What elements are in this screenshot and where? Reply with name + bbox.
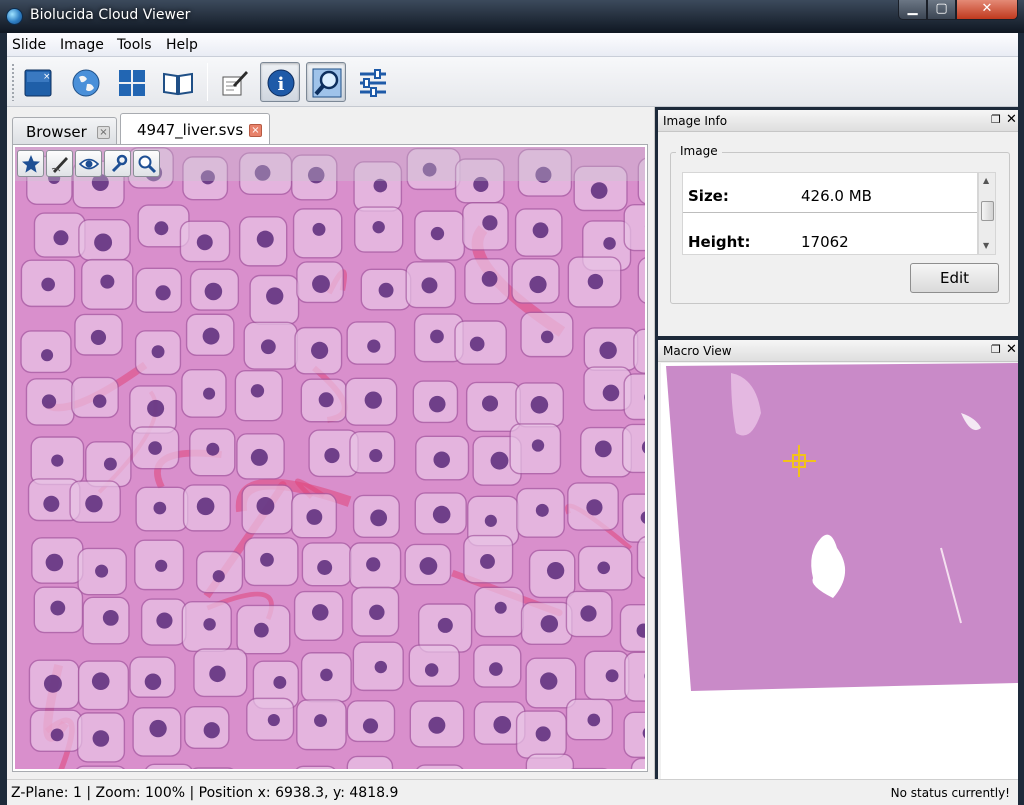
wrench-icon [111,154,128,173]
globe-icon [72,69,100,97]
close-icon[interactable]: ✕ [1006,112,1017,127]
macro-view-area[interactable] [661,363,1018,779]
tab-page [12,144,648,772]
scroll-thumb[interactable] [981,201,994,221]
globe-button[interactable] [65,62,105,102]
image-info-title: Image Info [663,114,728,128]
annotate-icon [222,71,248,96]
info-key: Height: [688,233,751,251]
tab-liver-close-icon[interactable]: × [249,124,262,137]
draw-button[interactable] [46,150,73,177]
adjust-button[interactable] [352,62,392,102]
zoom-button[interactable] [133,150,160,177]
pen-icon [51,157,68,173]
toolbar-separator [207,63,208,101]
close-button[interactable]: ✕ [956,0,1018,20]
magnify-icon [312,68,342,98]
macro-view-titlebar[interactable]: Macro View ❐ ✕ [658,340,1018,362]
image-group-title: Image [676,144,722,158]
viewer-toolbar [15,147,645,181]
table-row: Size: 426.0 MB [683,173,977,213]
scroll-down-icon[interactable]: ▼ [983,241,989,250]
minimize-button[interactable]: ▁ [898,0,927,20]
window-title: Biolucida Cloud Viewer [30,7,191,23]
slide-viewer[interactable] [15,147,645,769]
macro-view-title: Macro View [663,344,732,358]
menu-tools[interactable]: Tools [117,37,152,53]
menu-image[interactable]: Image [60,37,104,53]
tile-grid-icon [119,70,145,96]
menu-bar: Slide Image Tools Help [7,33,1018,57]
info-icon: i [267,69,295,97]
table-row: Height: 17062 [683,219,977,254]
sliders-icon [360,69,386,97]
tab-liver-label: 4947_liver.svs [137,121,244,139]
macro-thumbnail [666,363,1018,691]
info-key: Size: [688,187,729,205]
star-icon [22,155,40,173]
svg-text:×: × [43,72,51,82]
info-scrollbar[interactable]: ▲ ▼ [978,172,996,255]
close-slide-button[interactable]: × [17,62,57,102]
book-button[interactable] [157,62,197,102]
image-info-dock: Image Info ❐ ✕ Image Size: 426.0 MB Heig… [658,110,1018,336]
tissue-image [15,147,645,769]
svg-text:i: i [278,74,285,95]
tab-browser-close-icon[interactable]: × [97,126,110,139]
macro-view-dock: Macro View ❐ ✕ [658,340,1018,779]
bookmark-button[interactable] [17,150,44,177]
tab-browser[interactable]: Browser × [12,117,117,145]
viewer-panel: Browser × 4947_liver.svs × [7,107,655,779]
menu-help[interactable]: Help [166,37,198,53]
settings-button[interactable] [104,150,131,177]
annotate-button[interactable] [214,62,254,102]
book-icon [163,72,193,96]
eye-icon [79,158,99,170]
status-position: Z-Plane: 1 | Zoom: 100% | Position x: 69… [11,785,399,801]
image-info-table[interactable]: Size: 426.0 MB Height: 17062 [682,172,978,255]
magnify-icon [138,155,157,174]
close-icon[interactable]: ✕ [1006,342,1017,357]
tab-browser-label: Browser [26,123,87,141]
globe-icon [6,8,23,25]
tile-grid-button[interactable] [111,62,151,102]
scroll-up-icon[interactable]: ▲ [983,176,989,185]
close-slide-icon: × [24,69,52,97]
status-message: No status currently! [890,786,1010,800]
title-bar[interactable]: Biolucida Cloud Viewer ▁ ▢ ✕ [0,0,1024,33]
visibility-button[interactable] [75,150,102,177]
info-value: 426.0 MB [801,187,872,205]
tab-liver-slide[interactable]: 4947_liver.svs × [120,113,270,145]
float-icon[interactable]: ❐ [991,343,1001,356]
macro-tissue [666,363,1018,691]
image-info-titlebar[interactable]: Image Info ❐ ✕ [658,110,1018,132]
info-value: 17062 [801,233,849,251]
maximize-button[interactable]: ▢ [927,0,956,20]
image-info-button[interactable]: i [260,62,300,102]
menu-slide[interactable]: Slide [12,37,46,53]
main-toolbar: × i [7,57,1018,107]
macro-view-button[interactable] [306,62,346,102]
toolbar-grip[interactable] [11,63,15,101]
float-icon[interactable]: ❐ [991,113,1001,126]
edit-button[interactable]: Edit [910,263,999,293]
status-bar: Z-Plane: 1 | Zoom: 100% | Position x: 69… [7,779,1018,805]
